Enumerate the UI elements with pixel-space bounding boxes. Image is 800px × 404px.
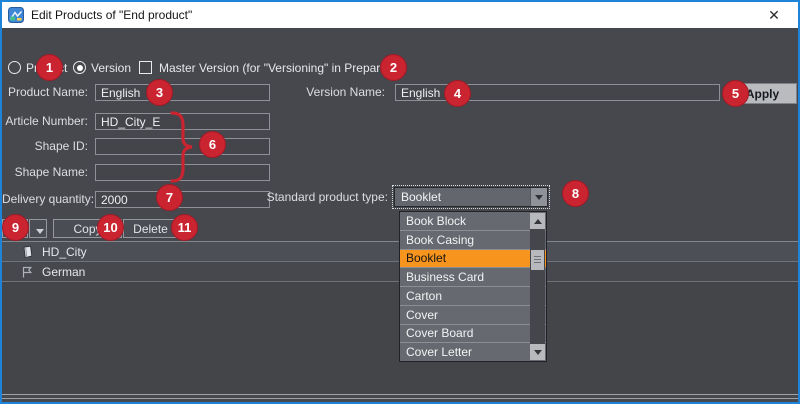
shape-id-label: Shape ID: [2, 138, 88, 155]
dropdown-scrollbar[interactable] [530, 213, 545, 360]
flag-icon [20, 265, 34, 279]
window-title: Edit Products of "End product" [31, 8, 192, 22]
annotation-badge: 6 [199, 131, 226, 158]
footer-divider [2, 394, 798, 399]
scroll-up-icon[interactable] [530, 213, 545, 229]
product-name-label: Product Name: [2, 84, 88, 101]
dropdown-option[interactable]: Cover [400, 305, 546, 324]
master-version-checkbox[interactable] [139, 61, 152, 74]
dropdown-option-label: Cover Board [406, 326, 473, 340]
product-radio[interactable] [8, 61, 21, 74]
annotation-badge: 2 [380, 54, 407, 81]
dropdown-option-label: Cover [406, 308, 438, 322]
combobox-value[interactable]: Booklet [395, 188, 530, 206]
article-number-label: Article Number: [2, 113, 88, 130]
annotation-badge: 8 [562, 180, 589, 207]
product-type-dropdown: Book Block Book Casing Booklet Business … [399, 211, 547, 362]
shape-name-label: Shape Name: [2, 164, 88, 181]
dropdown-option[interactable]: Book Casing [400, 230, 546, 249]
annotation-badge: 1 [36, 54, 63, 81]
annotation-badge: 7 [156, 184, 183, 211]
dropdown-option-label: Business Card [406, 270, 484, 284]
version-radio[interactable] [73, 61, 86, 74]
annotation-badge: 11 [171, 214, 198, 241]
dropdown-option-label: Carton [406, 289, 442, 303]
chevron-down-icon [36, 229, 44, 234]
title-bar[interactable]: Edit Products of "End product" ✕ [2, 2, 798, 28]
annotation-badge: 4 [444, 80, 471, 107]
dropdown-option[interactable]: Book Block [400, 212, 546, 230]
master-version-label: Master Version (for "Versioning" in Prep… [159, 61, 391, 75]
close-icon[interactable]: ✕ [758, 2, 790, 28]
product-name-input[interactable] [95, 84, 270, 101]
dropdown-option-label: Book Block [406, 214, 466, 228]
dropdown-option[interactable]: Business Card [400, 267, 546, 286]
app-icon [8, 7, 24, 23]
dropdown-option[interactable]: Cover Letter [400, 342, 546, 361]
standard-product-type-label: Standard product type: [240, 188, 388, 207]
annotation-badge: 9 [2, 214, 29, 241]
standard-product-type-combobox[interactable]: Booklet [392, 185, 550, 209]
version-radio-label: Version [91, 61, 131, 75]
list-item-label: HD_City [42, 245, 87, 259]
dropdown-option[interactable]: Carton [400, 286, 546, 305]
booklet-icon [20, 245, 34, 259]
delete-button[interactable]: Delete [123, 219, 178, 238]
version-name-label: Version Name: [250, 84, 385, 101]
annotation-badge: 3 [146, 79, 173, 106]
delivery-quantity-label: Delivery quantity: [2, 191, 88, 208]
list-item-label: German [42, 265, 85, 279]
dialog-body: Product Version Master Version (for "Ver… [2, 28, 798, 402]
dropdown-option-label: Book Casing [406, 233, 474, 247]
annotation-badge: 5 [722, 80, 749, 107]
dropdown-option-selected[interactable]: Booklet [400, 249, 546, 268]
annotation-badge: 10 [97, 214, 124, 241]
edit-products-dialog: Edit Products of "End product" ✕ Product… [0, 0, 800, 404]
annotation-brace [162, 110, 202, 184]
dropdown-option[interactable]: Cover Board [400, 324, 546, 343]
dropdown-option-label: Booklet [406, 251, 446, 265]
new-product-menu-button[interactable] [29, 219, 47, 238]
dropdown-option-label: Cover Letter [406, 345, 472, 359]
scroll-down-icon[interactable] [530, 344, 545, 360]
scrollbar-thumb[interactable] [531, 250, 544, 270]
chevron-down-icon[interactable] [530, 188, 547, 206]
